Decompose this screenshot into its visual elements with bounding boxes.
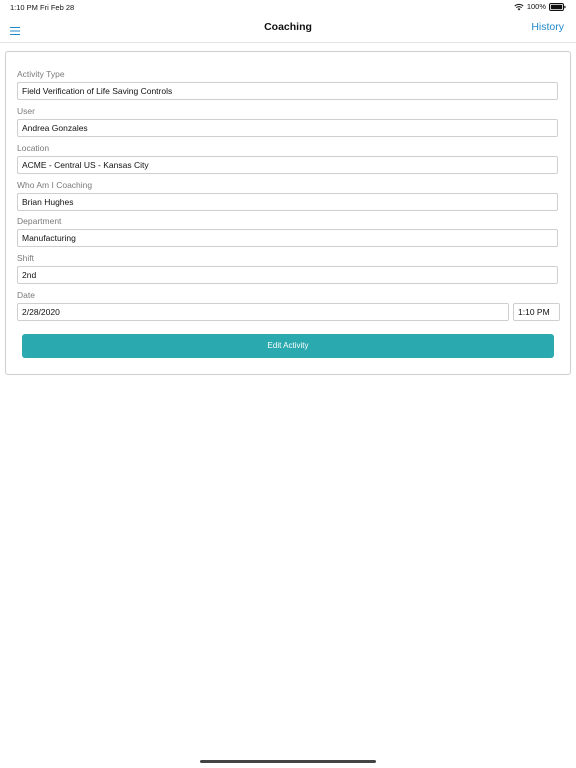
coaching-label: Who Am I Coaching (17, 180, 93, 190)
navigation-bar: Coaching History (0, 14, 576, 43)
location-field[interactable]: ACME - Central US - Kansas City (17, 156, 558, 174)
activity-form-card: Activity Type Field Verification of Life… (5, 51, 571, 375)
battery-icon (549, 2, 566, 11)
activity-type-label: Activity Type (17, 69, 65, 79)
status-time: 1:10 PM (10, 3, 38, 12)
shift-label: Shift (17, 253, 35, 263)
department-label: Department (17, 216, 62, 226)
coaching-field[interactable]: Brian Hughes (17, 193, 558, 211)
status-indicators: 100% (514, 2, 566, 11)
location-label: Location (17, 143, 50, 153)
edit-activity-button[interactable]: Edit Activity (22, 334, 554, 358)
user-label: User (17, 106, 35, 116)
page-title: Coaching (264, 21, 312, 33)
time-field[interactable]: 1:10 PM (513, 303, 560, 321)
department-field[interactable]: Manufacturing (17, 229, 558, 247)
home-indicator (200, 760, 376, 763)
status-date: Fri Feb 28 (40, 3, 75, 12)
wifi-icon (514, 3, 524, 11)
shift-field[interactable]: 2nd (17, 266, 558, 284)
user-field[interactable]: Andrea Gonzales (17, 119, 558, 137)
date-field[interactable]: 2/28/2020 (17, 303, 509, 321)
battery-percent: 100% (526, 2, 546, 11)
activity-type-field[interactable]: Field Verification of Life Saving Contro… (17, 82, 558, 100)
status-bar: 1:10 PM Fri Feb 28 100% (0, 0, 576, 14)
history-button[interactable]: History (531, 21, 564, 33)
date-label: Date (17, 290, 35, 300)
